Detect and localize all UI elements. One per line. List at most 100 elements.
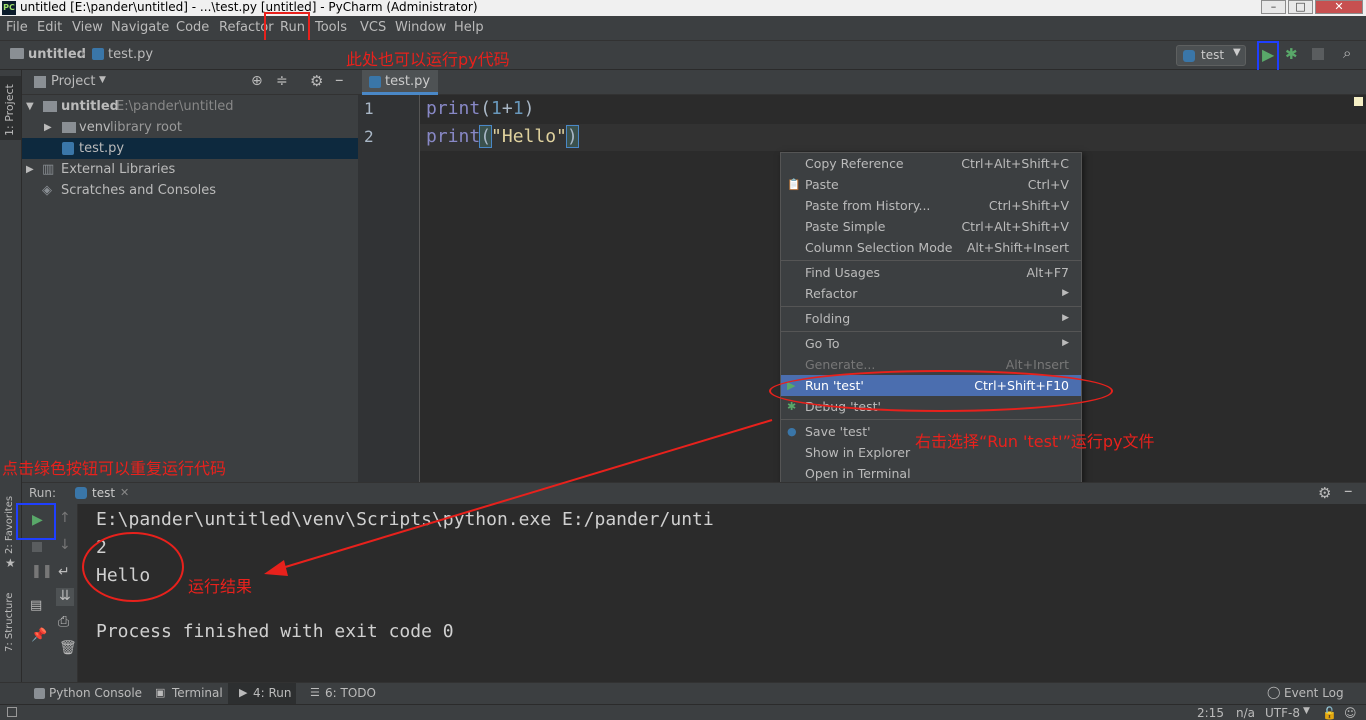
run-menu-annotation: 此处也可以运行py代码 xyxy=(346,50,510,69)
context-menu-item-copy-reference[interactable]: Copy Reference Ctrl+Alt+Shift+C xyxy=(781,153,1081,174)
menu-item-label: Paste Simple xyxy=(805,219,886,234)
menu-file[interactable]: File xyxy=(6,20,28,35)
inspector-icon[interactable]: ☺ xyxy=(1344,706,1357,720)
soft-wrap-icon[interactable]: ↵ xyxy=(58,564,70,580)
context-menu-item-refactor[interactable]: Refactor ▶ xyxy=(781,283,1081,304)
line-number: 2 xyxy=(364,127,374,146)
tree-item-external-libraries[interactable]: ▶ ▥ External Libraries xyxy=(22,159,358,180)
menu-window[interactable]: Window xyxy=(395,20,446,35)
menu-item-label: Show in Explorer xyxy=(805,445,911,460)
editor-tab[interactable]: test.py xyxy=(362,70,438,95)
run-config-dropdown[interactable]: test ▼ xyxy=(1176,45,1246,66)
menu-code[interactable]: Code xyxy=(176,20,209,35)
run-icon[interactable]: ▶ xyxy=(1262,45,1274,64)
line-separator[interactable]: n/a xyxy=(1236,706,1255,720)
close-button[interactable]: ✕ xyxy=(1315,0,1363,14)
close-icon[interactable]: ✕ xyxy=(120,486,129,499)
caret-position[interactable]: 2:15 xyxy=(1197,706,1224,720)
tree-item-venv[interactable]: ▶ venv library root xyxy=(22,117,358,138)
pin-icon[interactable]: 📌 xyxy=(31,628,47,643)
stop-icon[interactable] xyxy=(1312,48,1324,60)
project-tool-tab[interactable]: 1: Project xyxy=(0,76,21,140)
editor-tab-label: test.py xyxy=(385,74,431,89)
code-token: ) xyxy=(523,98,535,119)
minimize-button[interactable]: – xyxy=(1261,0,1286,14)
toggle-tool-windows-icon[interactable] xyxy=(7,707,17,717)
python-file-icon xyxy=(92,48,104,60)
menu-view[interactable]: View xyxy=(72,20,103,35)
code-line-1[interactable]: print(1+1) xyxy=(426,98,534,119)
chevron-right-icon: ▶ xyxy=(1062,313,1069,323)
run-test-highlight xyxy=(769,370,1113,412)
menu-bar: File Edit View Navigate Code Refactor Ru… xyxy=(0,16,1366,40)
inspection-indicator[interactable] xyxy=(1354,97,1363,106)
menu-help[interactable]: Help xyxy=(454,20,484,35)
context-menu-item-paste-simple[interactable]: Paste Simple Ctrl+Alt+Shift+V xyxy=(781,216,1081,237)
hide-icon[interactable]: – xyxy=(335,70,344,90)
menu-navigate[interactable]: Navigate xyxy=(111,20,169,35)
python-console-tab[interactable]: Python Console xyxy=(49,686,142,700)
stop-icon[interactable] xyxy=(32,542,42,552)
breadcrumb-project[interactable]: untitled xyxy=(28,47,86,62)
context-menu-item-find-usages[interactable]: Find Usages Alt+F7 xyxy=(781,262,1081,283)
todo-tab[interactable]: 6: TODO xyxy=(325,686,376,700)
debug-icon[interactable]: ✱ xyxy=(1285,45,1298,63)
arrow-down-icon[interactable]: ↓ xyxy=(59,537,71,553)
tree-item-scratches[interactable]: ◈ Scratches and Consoles xyxy=(22,180,358,201)
context-menu-item-paste[interactable]: 📋 Paste Ctrl+V xyxy=(781,174,1081,195)
run-tab[interactable]: ▶ 4: Run xyxy=(228,683,296,704)
menu-edit[interactable]: Edit xyxy=(37,20,62,35)
arrow-up-icon[interactable]: ↑ xyxy=(59,510,71,526)
scratches-icon: ◈ xyxy=(42,183,52,198)
code-token: "Hello" xyxy=(491,126,567,147)
print-icon[interactable]: ⎙ xyxy=(58,614,69,630)
context-menu-item-column-selection-mode[interactable]: Column Selection Mode Alt+Shift+Insert xyxy=(781,237,1081,258)
menu-tools[interactable]: Tools xyxy=(315,20,347,35)
menu-item-label: Paste xyxy=(805,177,839,192)
terminal-tab[interactable]: Terminal xyxy=(172,686,223,700)
bottom-tool-bar: Python Console ▣ Terminal ▶ 4: Run ☰ 6: … xyxy=(0,682,1366,704)
code-token: 1 xyxy=(491,98,502,119)
search-icon[interactable]: ⌕ xyxy=(1343,44,1351,62)
editor-tab-bar: test.py xyxy=(358,70,1366,95)
code-line-2[interactable]: print("Hello") xyxy=(426,125,579,148)
breadcrumb-file[interactable]: test.py xyxy=(108,47,153,62)
rerun-button-highlight xyxy=(16,503,56,540)
folder-icon xyxy=(10,48,24,59)
window-title: untitled [E:\pander\untitled] - ...\test… xyxy=(20,0,478,14)
folder-icon xyxy=(62,122,76,133)
file-encoding[interactable]: UTF-8 xyxy=(1265,706,1300,720)
gear-icon[interactable]: ⚙ xyxy=(310,72,323,90)
structure-tab[interactable]: 7: Structure xyxy=(4,593,15,652)
python-file-icon xyxy=(369,76,381,88)
gear-icon[interactable]: ⚙ xyxy=(1318,484,1331,502)
hide-icon[interactable]: – xyxy=(1344,481,1353,501)
clipboard-icon: 📋 xyxy=(787,178,801,191)
green-button-annotation: 点击绿色按钮可以重复运行代码 xyxy=(2,459,227,478)
collapse-all-icon[interactable]: ≑ xyxy=(276,73,288,89)
pause-icon[interactable]: ❚❚ xyxy=(31,564,53,579)
event-log-tab[interactable]: Event Log xyxy=(1284,686,1344,700)
layout-icon[interactable]: ▤ xyxy=(30,598,42,613)
run-tab-label[interactable]: test xyxy=(92,486,115,500)
context-menu-item-paste-from-history[interactable]: Paste from History... Ctrl+Shift+V xyxy=(781,195,1081,216)
context-menu-item-folding[interactable]: Folding ▶ xyxy=(781,308,1081,329)
trash-icon[interactable]: 🗑 xyxy=(59,640,77,656)
run-icon: ▶ xyxy=(239,686,248,699)
favorites-tab[interactable]: 2: Favorites xyxy=(4,496,15,554)
project-panel-header: Project ▼ ⊕ ≑ ⚙ – xyxy=(22,70,358,95)
chevron-down-icon[interactable]: ▼ xyxy=(99,75,106,85)
menu-vcs[interactable]: VCS xyxy=(360,20,386,35)
run-config-label: test xyxy=(1201,48,1225,62)
locate-icon[interactable]: ⊕ xyxy=(251,73,263,89)
line-number-gutter xyxy=(358,95,420,482)
project-view-label[interactable]: Project xyxy=(51,74,95,89)
lock-icon[interactable]: 🔓 xyxy=(1322,706,1337,720)
context-menu-item-go-to[interactable]: Go To ▶ xyxy=(781,333,1081,354)
context-menu-item-open-in-terminal[interactable]: Open in Terminal xyxy=(781,463,1081,484)
chevron-right-icon: ▶ xyxy=(44,122,52,133)
tree-item-file[interactable]: test.py xyxy=(22,138,358,159)
menu-item-label: Paste from History... xyxy=(805,198,931,213)
tree-item-root[interactable]: ▼ untitled E:\pander\untitled xyxy=(22,96,358,117)
maximize-button[interactable]: □ xyxy=(1288,0,1313,14)
